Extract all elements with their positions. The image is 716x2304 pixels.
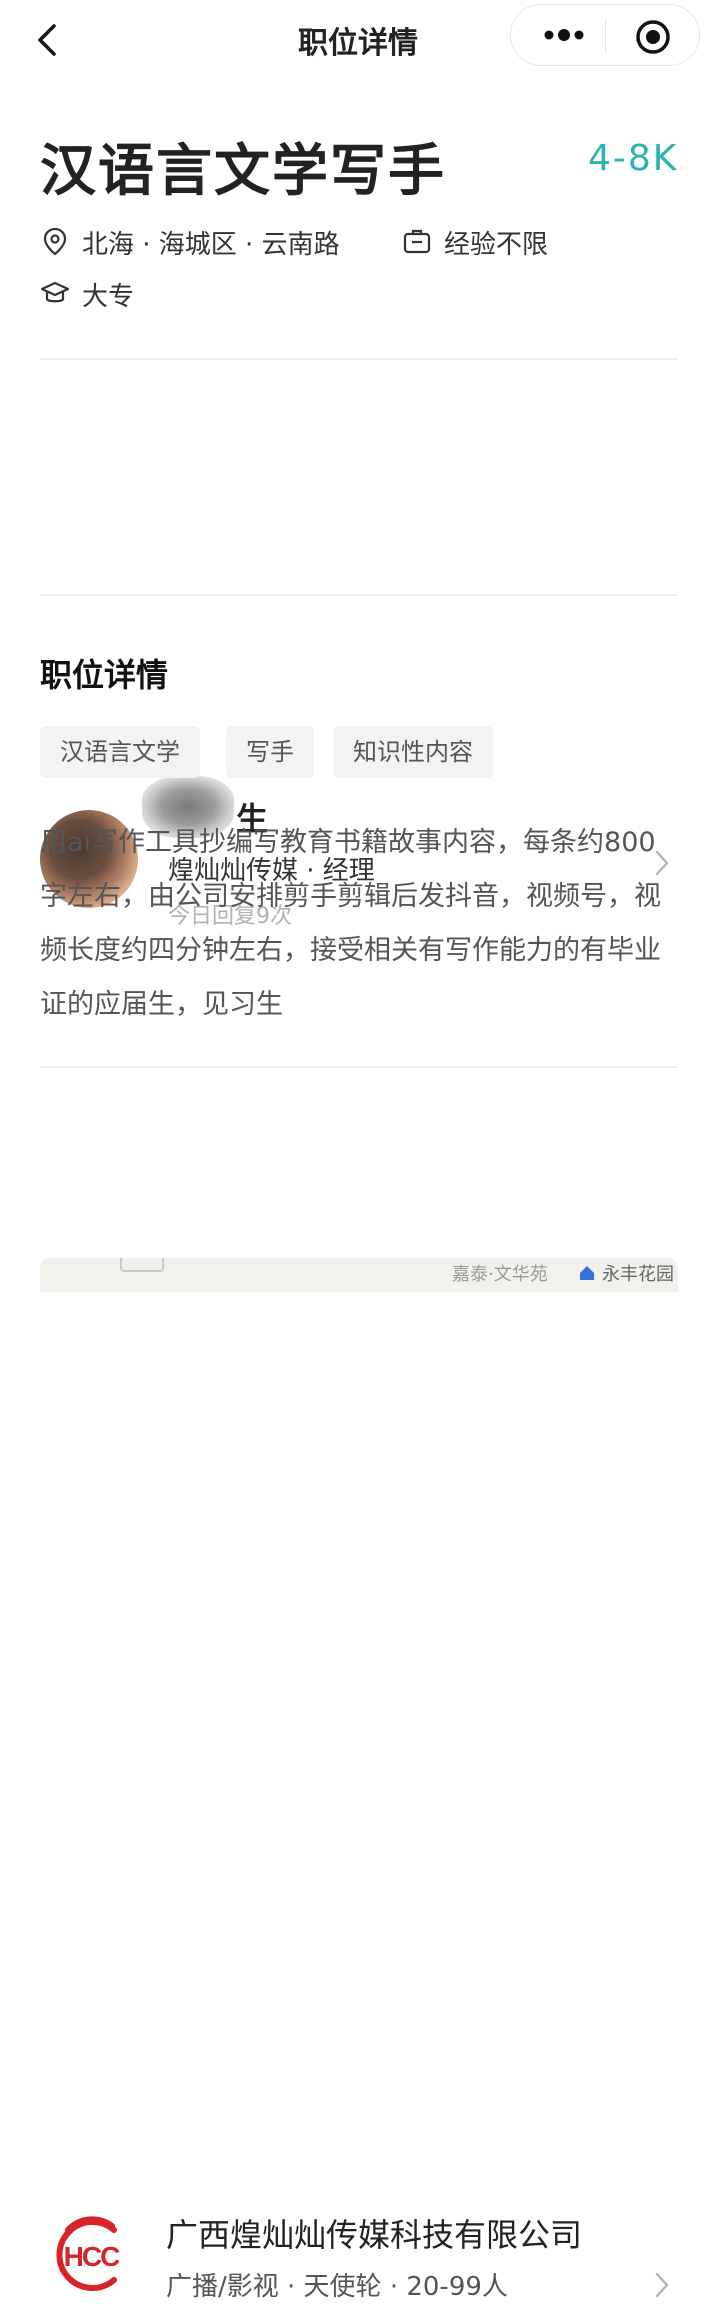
salary: 4-8K bbox=[588, 138, 679, 179]
company-name: 广西煌灿灿传媒科技有限公司 bbox=[166, 2216, 583, 2254]
mini-program-capsule bbox=[510, 4, 700, 66]
company-card[interactable]: HCC 广西煌灿灿传媒科技有限公司 广播/影视 · 天使轮 · 20-99人 bbox=[0, 1090, 716, 2302]
job-title: 汉语言文学写手 bbox=[40, 139, 446, 204]
map-road-marker bbox=[120, 1258, 164, 1272]
section-title: 职位详情 bbox=[40, 656, 169, 694]
company-meta: 广播/影视 · 天使轮 · 20-99人 bbox=[166, 2272, 508, 2302]
job-description: 用ai写作工具抄编写教育书籍故事内容，每条约800字左右，由公司安排剪手剪辑后发… bbox=[40, 827, 661, 1020]
close-mini-program-button[interactable] bbox=[635, 19, 671, 55]
skill-tag: 写手 bbox=[226, 726, 314, 778]
location-map[interactable]: 嘉泰·文华苑 永丰花园 bbox=[40, 1258, 678, 1292]
briefcase-icon bbox=[402, 226, 432, 256]
graduation-cap-icon bbox=[40, 278, 70, 308]
recruiter-card[interactable]: 生 煌灿灿传媒 · 经理 今日回复9次 bbox=[0, 380, 716, 929]
divider bbox=[40, 1066, 678, 1068]
company-logo-text: HCC bbox=[64, 2241, 120, 2272]
chevron-right-icon bbox=[652, 2270, 672, 2300]
more-dots-icon bbox=[544, 29, 584, 41]
skill-tag: 知识性内容 bbox=[333, 726, 493, 778]
map-label: 永丰花园 bbox=[602, 1264, 674, 1285]
job-experience: 经验不限 bbox=[444, 230, 549, 260]
divider bbox=[40, 594, 678, 596]
company-logo: HCC bbox=[52, 2216, 130, 2294]
target-icon bbox=[636, 20, 670, 54]
capsule-divider bbox=[605, 19, 606, 53]
location-pin-icon bbox=[40, 226, 70, 256]
divider bbox=[40, 358, 678, 360]
home-icon bbox=[580, 1266, 594, 1280]
map-label: 嘉泰·文华苑 bbox=[452, 1264, 548, 1285]
job-education: 大专 bbox=[82, 282, 135, 312]
skill-tag: 汉语言文学 bbox=[40, 726, 200, 778]
job-location: 北海 · 海城区 · 云南路 bbox=[82, 230, 340, 260]
more-button[interactable] bbox=[539, 19, 589, 49]
